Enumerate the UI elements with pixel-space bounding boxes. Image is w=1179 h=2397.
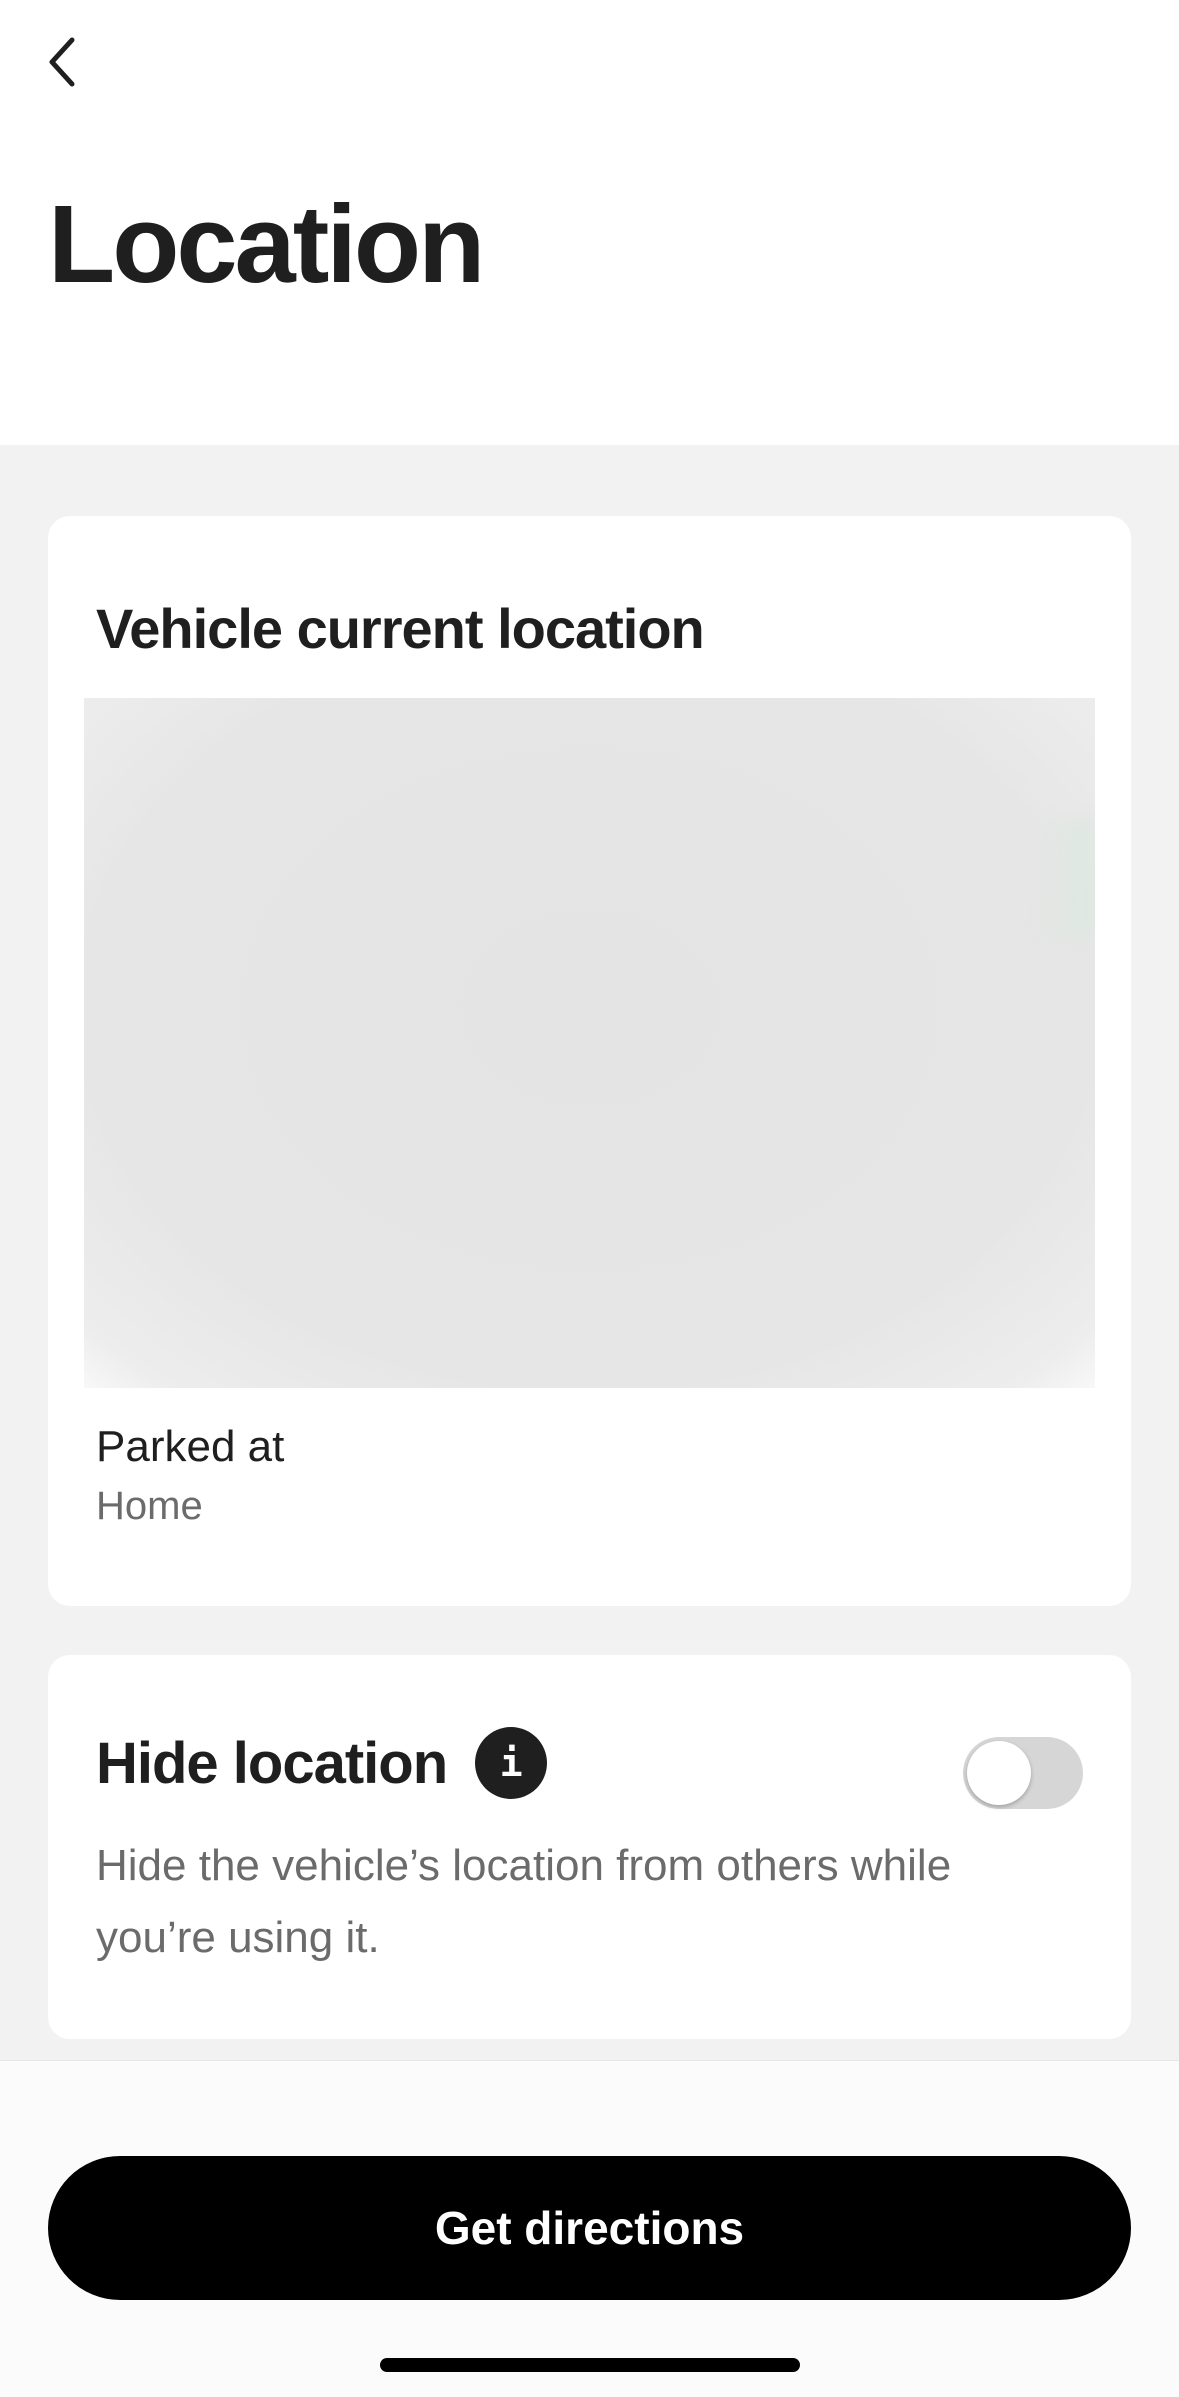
hide-location-title-row: Hide location i <box>96 1727 548 1799</box>
home-indicator <box>380 2358 800 2372</box>
location-map[interactable] <box>84 698 1095 1388</box>
hide-location-toggle[interactable] <box>963 1737 1083 1809</box>
parked-value: Home <box>96 1484 203 1528</box>
toggle-knob <box>967 1741 1031 1805</box>
footer: Get directions <box>0 2060 1179 2397</box>
vehicle-location-card: Vehicle current location Parked at Home <box>48 516 1131 1606</box>
hide-location-title: Hide location <box>96 1730 448 1796</box>
parked-label: Parked at <box>96 1422 285 1471</box>
header: Location <box>0 0 1179 445</box>
chevron-left-icon <box>49 37 75 87</box>
get-directions-button[interactable]: Get directions <box>48 2156 1131 2300</box>
info-icon[interactable]: i <box>475 1727 548 1799</box>
vehicle-location-title: Vehicle current location <box>96 597 705 660</box>
back-button[interactable] <box>30 30 94 94</box>
hide-location-card: Hide location i Hide the vehicle’s locat… <box>48 1655 1131 2039</box>
page-title: Location <box>48 183 485 306</box>
hide-location-description: Hide the vehicle’s location from others … <box>96 1841 952 1962</box>
